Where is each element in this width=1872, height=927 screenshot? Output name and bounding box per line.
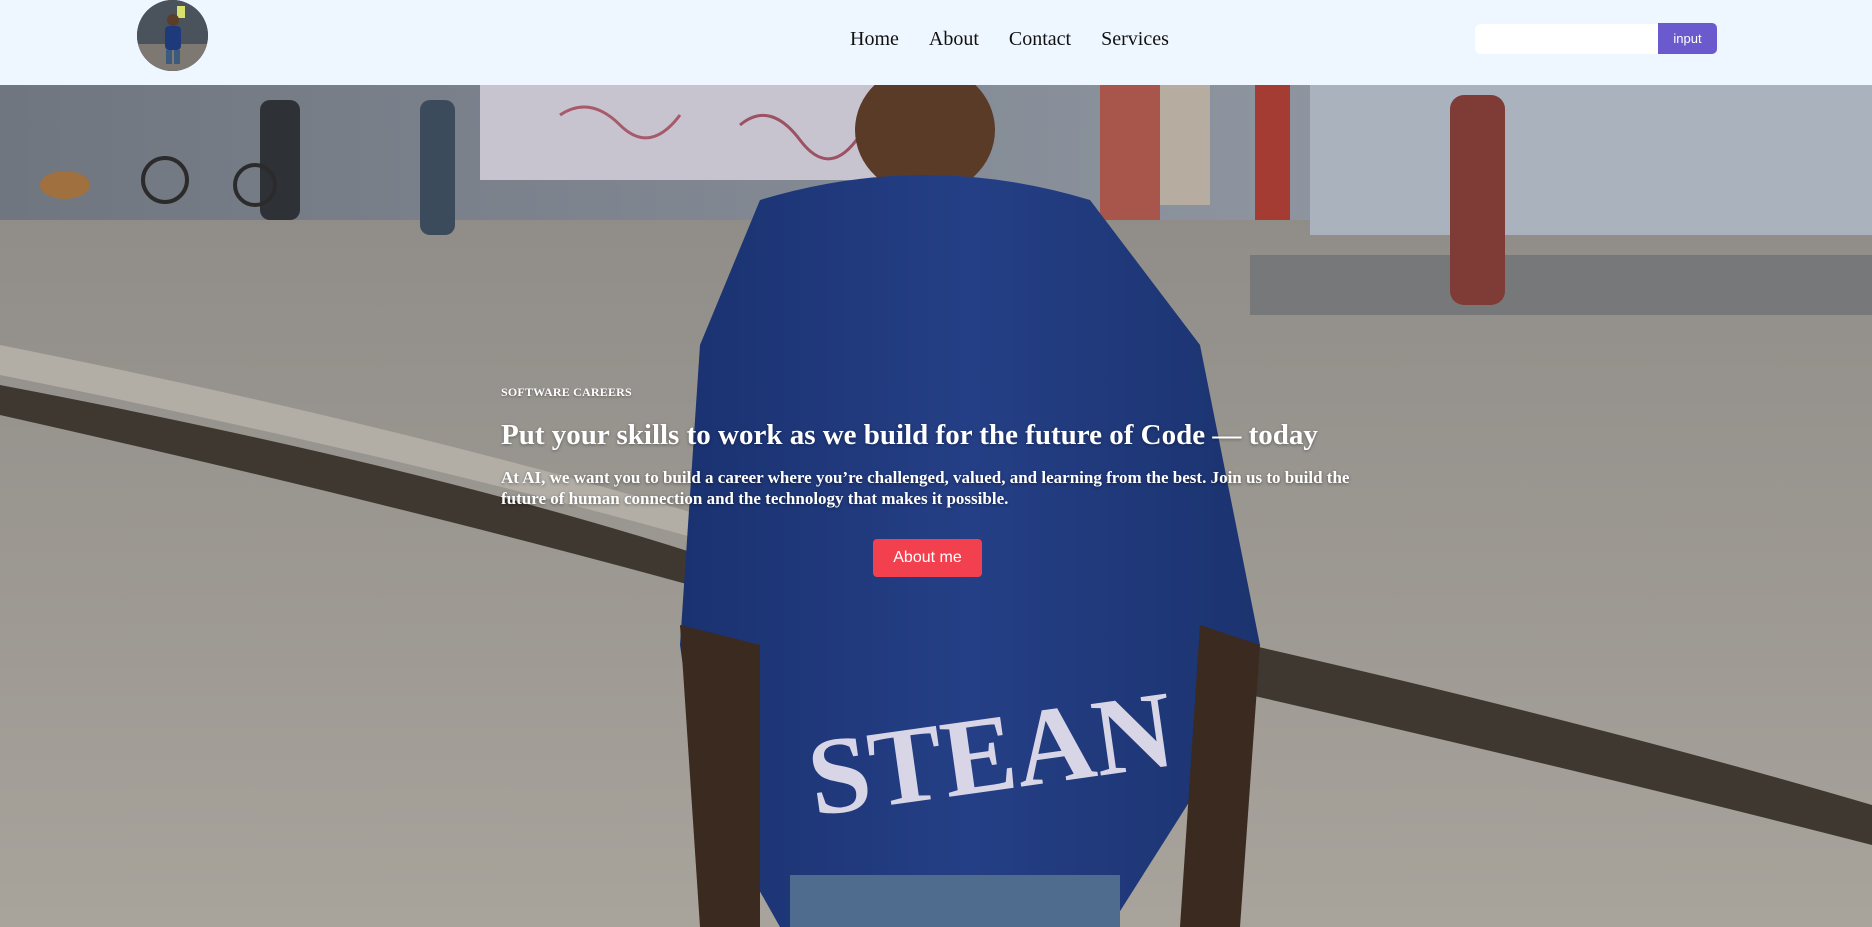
nav-item-about: About (929, 24, 979, 54)
nav-item-home: Home (850, 24, 899, 54)
search-form: input (1475, 23, 1717, 54)
avatar-photo-icon (137, 0, 208, 71)
nav-item-contact: Contact (1009, 24, 1071, 54)
hero-headline: Put your skills to work as we build for … (501, 419, 1318, 451)
nav-links: Home About Contact Services (850, 24, 1169, 54)
top-navbar: Home About Contact Services input (0, 0, 1872, 85)
nav-link-services[interactable]: Services (1101, 24, 1169, 54)
search-button[interactable]: input (1658, 23, 1717, 54)
hero-section: STEAN SOFTWARE CAREERS Put your skills t… (0, 85, 1872, 927)
avatar-logo[interactable] (137, 0, 208, 71)
hero-subtext: At AI, we want you to build a career whe… (501, 468, 1350, 508)
hero-content: SOFTWARE CAREERS Put your skills to work… (501, 385, 1361, 509)
nav-link-home[interactable]: Home (850, 24, 899, 54)
nav-link-contact[interactable]: Contact (1009, 24, 1071, 54)
nav-link-about[interactable]: About (929, 24, 979, 54)
search-input[interactable] (1475, 23, 1658, 54)
nav-item-services: Services (1101, 24, 1169, 54)
about-me-button[interactable]: About me (873, 539, 982, 577)
hero-eyebrow: SOFTWARE CAREERS (501, 385, 632, 399)
